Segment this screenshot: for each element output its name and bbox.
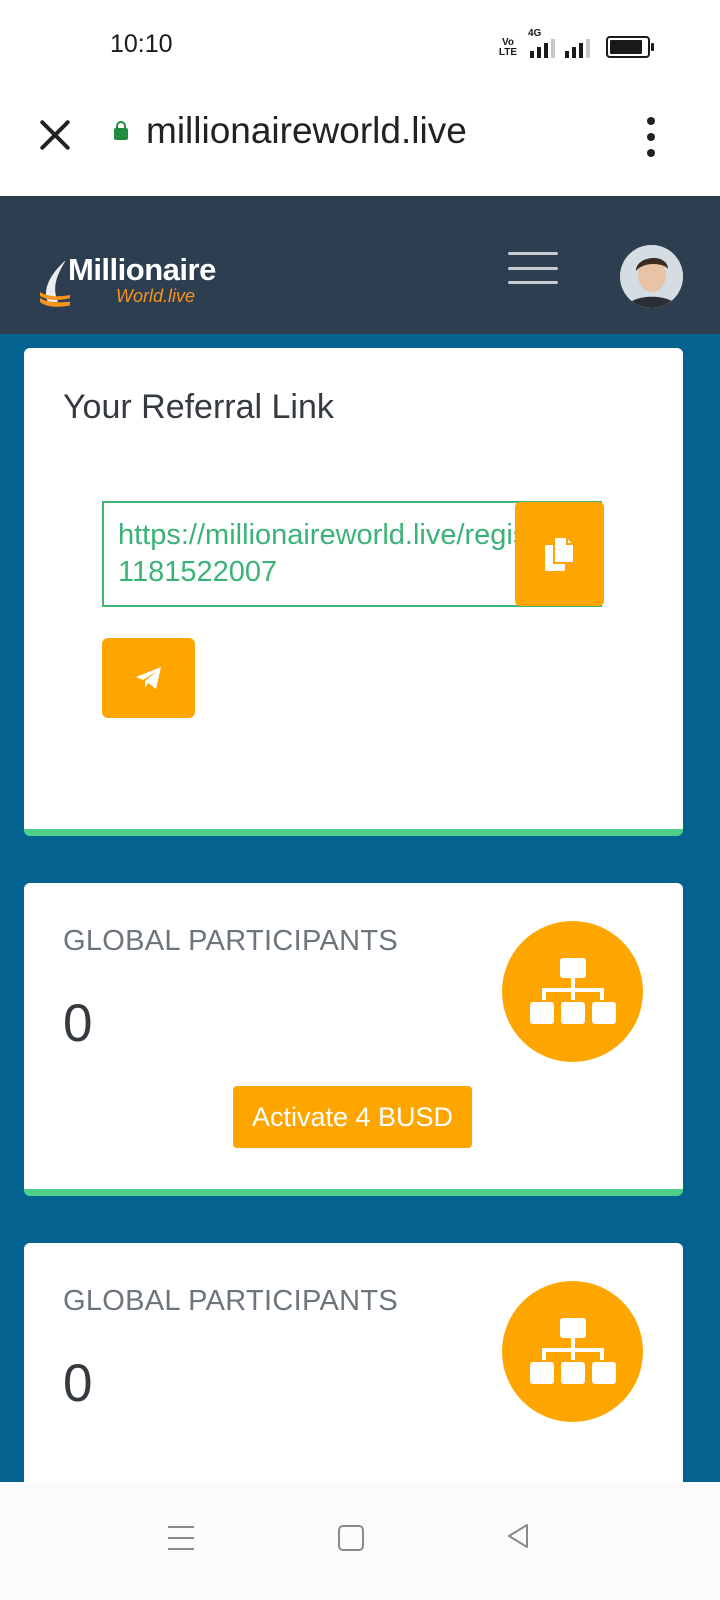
site-logo[interactable]: Millionaire World.live <box>40 252 240 308</box>
telegram-icon <box>135 667 161 689</box>
signal-icon <box>565 34 590 58</box>
sitemap-icon <box>502 1281 643 1422</box>
stat-label: GLOBAL PARTICIPANTS <box>63 1285 398 1317</box>
logo-mark-icon <box>40 260 70 307</box>
referral-card: Your Referral Link https://millionairewo… <box>24 348 683 836</box>
activate-button[interactable]: Activate 4 BUSD <box>233 1086 472 1148</box>
more-vert-icon[interactable] <box>645 117 657 157</box>
url-bar[interactable]: millionaireworld.live <box>146 110 467 152</box>
global-participants-card: GLOBAL PARTICIPANTS 0 Activate 4 BUSD <box>24 883 683 1196</box>
referral-title: Your Referral Link <box>63 388 334 426</box>
stat-value: 0 <box>63 994 93 1053</box>
close-icon[interactable] <box>38 118 72 152</box>
system-nav-bar <box>0 1482 720 1600</box>
back-icon[interactable] <box>505 1522 531 1550</box>
logo-subtitle: World.live <box>116 286 196 306</box>
browser-toolbar: millionaireworld.live <box>0 90 720 196</box>
signal-4g-icon: 4G <box>528 28 555 58</box>
copy-link-button[interactable] <box>515 502 604 606</box>
logo-title: Millionaire <box>68 252 216 287</box>
stat-value: 0 <box>63 1354 93 1413</box>
recent-apps-icon[interactable] <box>168 1526 194 1550</box>
telegram-share-button[interactable] <box>102 638 195 718</box>
copy-icon <box>544 536 575 571</box>
home-icon[interactable] <box>338 1525 364 1551</box>
battery-icon <box>606 36 654 58</box>
main-content: Your Referral Link https://millionairewo… <box>0 334 720 1482</box>
app-header: Millionaire World.live <box>0 196 720 334</box>
user-avatar[interactable] <box>620 245 683 308</box>
network-label: 4G <box>528 28 542 39</box>
global-participants-card: GLOBAL PARTICIPANTS 0 <box>24 1243 683 1482</box>
status-bar: 10:10 Vo LTE 4G <box>0 0 720 90</box>
stat-label: GLOBAL PARTICIPANTS <box>63 925 398 957</box>
hamburger-icon[interactable] <box>508 252 558 284</box>
status-icons: Vo LTE 4G <box>496 28 654 58</box>
status-time: 10:10 <box>110 30 173 58</box>
sitemap-icon <box>502 921 643 1062</box>
volte-icon: Vo LTE <box>498 37 518 58</box>
lock-icon <box>114 121 128 140</box>
